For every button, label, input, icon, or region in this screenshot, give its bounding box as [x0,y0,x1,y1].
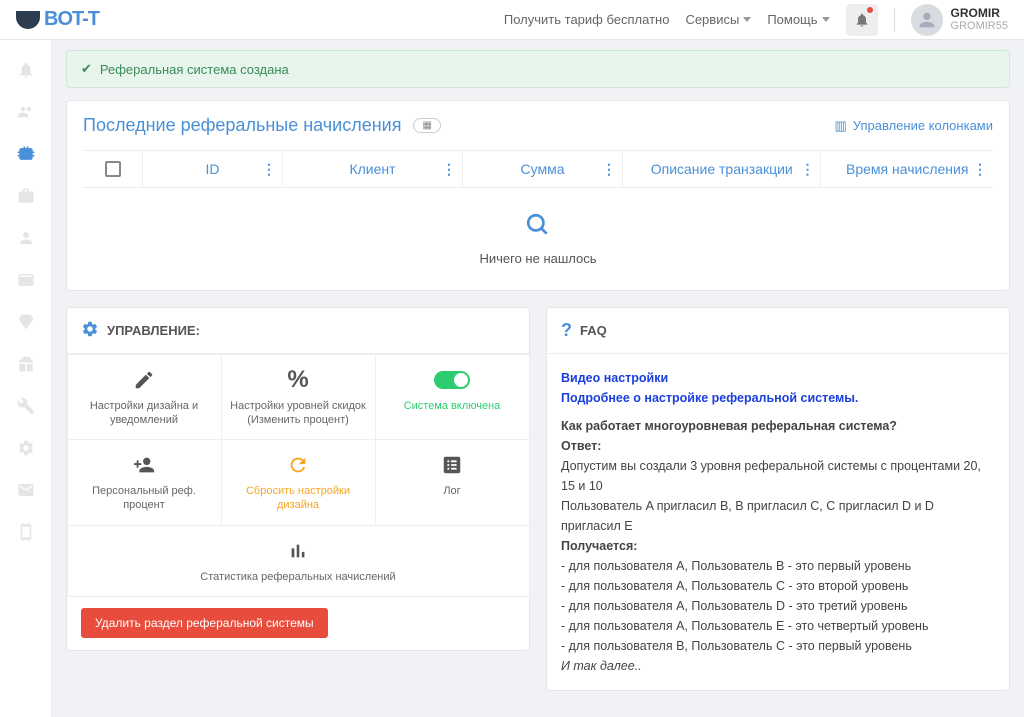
free-tariff-link[interactable]: Получить тариф бесплатно [504,12,670,27]
col-menu-icon[interactable]: ⋮ [442,161,456,178]
faq-l5: - для пользователя B, Пользователь C - э… [561,636,995,656]
manage-title: УПРАВЛЕНИЕ: [107,323,200,338]
faq-l3: - для пользователя A, Пользователь D - э… [561,596,995,616]
th-checkbox[interactable] [83,151,143,187]
notifications-button[interactable] [846,4,878,36]
tile-log-label: Лог [384,484,521,498]
sidebar-item-mail[interactable] [16,480,36,500]
faq-p2: Пользователь A пригласил B, B пригласил … [561,496,995,536]
tile-stats[interactable]: Статистика реферальных начислений [67,525,530,597]
sidebar [0,40,52,717]
th-sum[interactable]: Сумма⋮ [463,151,623,187]
logo-icon [16,11,40,29]
manage-panel: УПРАВЛЕНИЕ: Настройки дизайна и уведомле… [66,307,530,651]
avatar [911,4,943,36]
pencil-icon [76,367,213,393]
panel-title: Последние реферальные начисления [83,115,401,136]
sidebar-item-people[interactable] [16,228,36,248]
user-name: GROMIR [951,6,1008,20]
empty-state: Ничего не нашлось [83,188,993,276]
divider [894,8,895,32]
col-menu-icon[interactable]: ⋮ [973,161,987,178]
tile-design[interactable]: Настройки дизайна и уведомлений [67,354,222,441]
col-menu-icon[interactable]: ⋮ [602,161,616,178]
columns-label: Управление колонками [853,118,993,133]
help-label: Помощь [767,12,817,27]
sidebar-item-bot[interactable] [16,144,36,164]
services-label: Сервисы [685,12,739,27]
gear-icon [81,320,99,341]
sidebar-item-mobile[interactable] [16,522,36,542]
person-add-icon [76,452,213,478]
col-menu-icon[interactable]: ⋮ [262,161,276,178]
check-icon: ✔ [81,61,92,77]
faq-l1: - для пользователя A, Пользователь B - э… [561,556,995,576]
sidebar-item-briefcase[interactable] [16,186,36,206]
video-link[interactable]: Видео настройки [561,371,668,385]
sidebar-item-settings[interactable] [16,438,36,458]
col-menu-icon[interactable]: ⋮ [800,161,814,178]
question-icon: ? [561,320,572,341]
tile-personal-label: Персональный реф. процент [76,484,213,513]
tile-enabled[interactable]: Система включена [375,354,530,441]
more-link[interactable]: Подробнее о настройке реферальной систем… [561,391,858,405]
refresh-icon [230,452,367,478]
th-time[interactable]: Время начисления⋮ [821,151,993,187]
table-header: ID⋮ Клиент⋮ Сумма⋮ Описание транзакции⋮ … [83,150,993,188]
th-desc[interactable]: Описание транзакции⋮ [623,151,821,187]
sidebar-item-card[interactable] [16,270,36,290]
topbar: BOT-T Получить тариф бесплатно Сервисы П… [0,0,1024,40]
faq-question: Как работает многоуровневая реферальная … [561,416,995,436]
bell-icon [854,12,870,28]
faq-panel: ? FAQ Видео настройки Подробнее о настро… [546,307,1010,691]
sidebar-item-bell[interactable] [16,60,36,80]
view-toggle-icon[interactable]: ▦ [413,118,440,133]
th-id[interactable]: ID⋮ [143,151,283,187]
help-dropdown[interactable]: Помощь [767,12,829,27]
logo[interactable]: BOT-T [16,8,99,31]
toggle-icon [384,367,521,393]
empty-text: Ничего не нашлось [83,251,993,266]
faq-title: FAQ [580,323,607,338]
tile-discount[interactable]: % Настройки уровней скидок(Изменить проц… [221,354,376,441]
notification-dot [867,7,873,13]
sidebar-item-gift[interactable] [16,354,36,374]
tile-reset[interactable]: Сбросить настройки дизайна [221,439,376,526]
success-alert: ✔ Реферальная система создана [66,50,1010,88]
tile-personal[interactable]: Персональный реф. процент [67,439,222,526]
columns-icon: ▥ [835,118,847,134]
faq-l2: - для пользователя A, Пользователь C - э… [561,576,995,596]
percent-icon: % [230,367,367,393]
th-client[interactable]: Клиент⋮ [283,151,463,187]
tile-design-label: Настройки дизайна и уведомлений [76,399,213,428]
chevron-down-icon [743,17,751,22]
sidebar-item-diamond[interactable] [16,312,36,332]
sidebar-item-users[interactable] [16,102,36,122]
faq-p3-label: Получается: [561,536,995,556]
tile-enabled-label: Система включена [384,399,521,413]
user-subname: GROMIR55 [951,20,1008,33]
delete-section-button[interactable]: Удалить раздел реферальной системы [81,608,328,638]
tile-log[interactable]: Лог [375,439,530,526]
main-content: ✔ Реферальная система создана Последние … [52,40,1024,717]
logo-text: BOT-T [44,8,99,31]
alert-message: Реферальная система создана [100,62,289,77]
services-dropdown[interactable]: Сервисы [685,12,751,27]
sidebar-item-tools[interactable] [16,396,36,416]
referral-table-panel: Последние реферальные начисления ▦ ▥ Упр… [66,100,1010,291]
search-icon [83,212,993,245]
tile-discount-label: Настройки уровней скидок(Изменить процен… [230,399,367,428]
tile-reset-label: Сбросить настройки дизайна [230,484,367,513]
faq-l4: - для пользователя A, Пользователь E - э… [561,616,995,636]
chevron-down-icon [822,17,830,22]
user-menu[interactable]: GROMIR GROMIR55 [911,4,1008,36]
list-icon [384,452,521,478]
checkbox-icon[interactable] [105,161,121,177]
faq-p1: Допустим вы создали 3 уровня реферальной… [561,456,995,496]
chart-icon [76,538,521,564]
tile-stats-label: Статистика реферальных начислений [76,570,521,584]
faq-answer-label: Ответ: [561,436,995,456]
faq-etc: И так далее.. [561,656,995,676]
manage-columns-link[interactable]: ▥ Управление колонками [835,118,994,134]
